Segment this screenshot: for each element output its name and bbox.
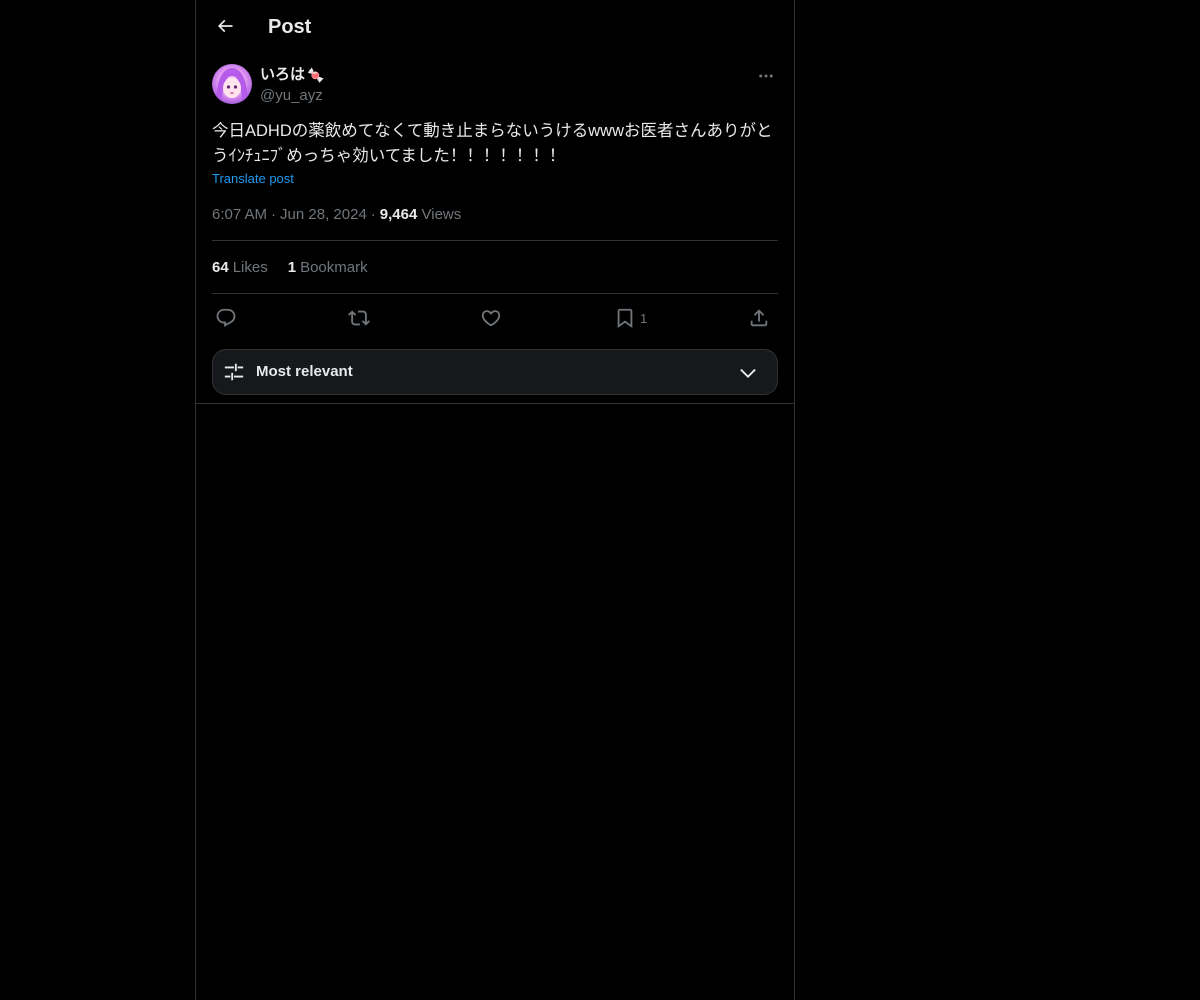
share-button[interactable] (748, 304, 770, 332)
page-title: Post (268, 16, 312, 38)
like-button[interactable] (480, 304, 502, 332)
avatar-image (212, 64, 252, 104)
post-time[interactable]: 6:07 AM (212, 206, 267, 223)
views-count: 9,464 (379, 206, 418, 223)
candy-emoji: 🍬 (307, 67, 325, 83)
back-button[interactable] (208, 9, 242, 43)
more-horizontal-icon (759, 74, 773, 78)
separator-dot: · (370, 206, 376, 223)
bookmarks-stat[interactable]: 1 Bookmark (288, 258, 368, 278)
post-stats: 64 Likes 1 Bookmark (212, 258, 368, 278)
action-bar: 1 (212, 304, 778, 332)
sliders-icon (224, 363, 244, 381)
author-handle[interactable]: @yu_ayz (260, 86, 323, 106)
likes-stat[interactable]: 64 Likes (212, 258, 268, 278)
views-label: Views (421, 206, 462, 223)
bookmarks-label: Bookmark (300, 259, 368, 276)
chevron-down-icon (740, 368, 756, 378)
bookmark-icon (617, 308, 633, 329)
author-display-name[interactable]: いろは 🍬 (260, 65, 324, 85)
post-meta: 6:07 AM · Jun 28, 2024 · 9,464 Views (212, 205, 461, 225)
post-date[interactable]: Jun 28, 2024 (280, 206, 367, 223)
divider (212, 240, 778, 241)
separator-dot: · (271, 206, 277, 223)
page-header: Post (196, 0, 794, 54)
translate-post-link[interactable]: Translate post (212, 170, 294, 188)
repost-button[interactable] (348, 304, 370, 332)
bookmarks-count: 1 (287, 259, 297, 276)
author-name-text: いろは (260, 66, 306, 83)
sort-label: Most relevant (256, 363, 353, 380)
avatar[interactable] (212, 64, 252, 104)
reply-icon (216, 308, 236, 327)
sort-replies-dropdown[interactable]: Most relevant (212, 349, 778, 395)
divider (212, 293, 778, 294)
main-column: Post いろは 🍬 @yu_ayz 今日ADHDの薬飲めてなくて動き止まらない… (195, 0, 795, 1000)
repost-icon (348, 310, 370, 326)
bookmark-button[interactable]: 1 (614, 304, 647, 332)
post-author: いろは 🍬 @yu_ayz (212, 64, 778, 108)
reply-button[interactable] (215, 304, 237, 332)
section-divider (196, 403, 794, 404)
more-options-button[interactable] (754, 64, 778, 88)
post-text: 今日ADHDの薬飲めてなくて動き止まらないうけるwwwお医者さんありがとうｲﾝﾁ… (212, 122, 773, 165)
likes-count: 64 (212, 259, 229, 276)
share-icon (750, 309, 768, 327)
likes-label: Likes (232, 259, 268, 276)
heart-icon (481, 310, 501, 327)
arrow-left-icon (217, 19, 233, 33)
bookmark-count: 1 (640, 310, 648, 326)
